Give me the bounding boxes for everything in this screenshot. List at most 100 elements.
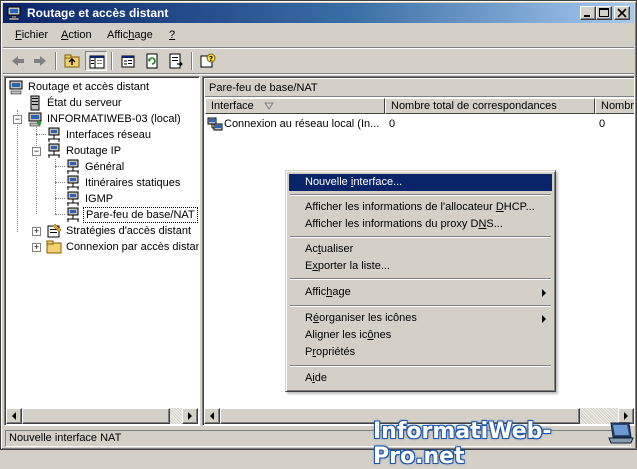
- tree-item-basic-firewall-nat[interactable]: Pare-feu de base/NAT: [5, 207, 199, 223]
- ctx-refresh[interactable]: Actualiser: [289, 241, 552, 258]
- title-bar[interactable]: Routage et accès distant: [3, 3, 634, 23]
- column-header-label: Nombre total de correspondances: [391, 100, 557, 112]
- sort-arrow-icon: [264, 102, 274, 110]
- menu-accel: ?: [169, 29, 176, 41]
- tree-label: Routage et accès distant: [28, 81, 150, 93]
- minimize-button[interactable]: [580, 6, 596, 20]
- scroll-left-arrow-icon: [210, 412, 214, 420]
- scroll-left-button[interactable]: [6, 408, 22, 424]
- cell-total-matches: 0: [389, 118, 396, 130]
- scroll-thumb[interactable]: [22, 408, 170, 424]
- close-button[interactable]: [614, 6, 630, 20]
- menu-action[interactable]: Action: [61, 29, 92, 41]
- refresh-icon: [146, 53, 158, 69]
- tree-label: Interfaces réseau: [66, 129, 151, 141]
- export-list-button[interactable]: [165, 51, 187, 71]
- tree-item-server-status[interactable]: État du serveur: [5, 95, 199, 111]
- ctx-label-pre: Afficher les informations de l'allocateu…: [305, 201, 496, 213]
- menu-affichage[interactable]: Affichage: [107, 29, 153, 41]
- properties-button[interactable]: [117, 51, 139, 71]
- collapse-toggle[interactable]: −: [32, 147, 41, 156]
- close-icon: [617, 8, 627, 18]
- tree-item-root[interactable]: Routage et accès distant: [5, 79, 199, 95]
- column-header-label: Interface: [211, 100, 254, 112]
- toolbar-separator: [111, 52, 113, 70]
- refresh-button[interactable]: [141, 51, 163, 71]
- column-header-count[interactable]: Nombre: [595, 98, 634, 114]
- tree-item-static-routes[interactable]: Itinéraires statiques: [5, 175, 199, 191]
- tree-item-ip-routing[interactable]: − Routage IP: [5, 143, 199, 159]
- ctx-label-pre: Afficher les informations du proxy D: [305, 218, 479, 230]
- ctx-line-up-icons[interactable]: Aligner les icônes: [289, 327, 552, 344]
- menu-accel: F: [15, 29, 22, 41]
- menu-label-post: ichier: [21, 29, 49, 41]
- ctx-label-post: ualiser: [320, 243, 354, 255]
- submenu-arrow-icon: [542, 289, 546, 297]
- tree-item-igmp[interactable]: IGMP: [5, 191, 199, 207]
- ctx-arrange-icons-submenu[interactable]: Réorganiser les icônes: [289, 310, 552, 327]
- tree-item-general[interactable]: Général: [5, 159, 199, 175]
- minimize-icon: [584, 15, 590, 17]
- ctx-separator: [290, 236, 551, 238]
- tree-item-server[interactable]: − INFORMATIWEB-03 (local): [5, 111, 199, 127]
- ctx-view-submenu[interactable]: Affichage: [289, 284, 552, 301]
- mmc-window: Routage et accès distant Fichier Action …: [0, 0, 637, 469]
- watermark-text: InformatiWeb-Pro.net: [373, 419, 552, 469]
- static-routes-icon: [67, 175, 79, 190]
- menu-label-post: ction: [68, 29, 92, 41]
- forward-arrow-icon: [34, 56, 46, 66]
- tree-label: INFORMATIWEB-03 (local): [47, 113, 181, 125]
- ctx-export-list[interactable]: Exporter la liste...: [289, 258, 552, 275]
- column-header-interface[interactable]: Interface: [205, 98, 385, 114]
- ctx-show-dhcp-info[interactable]: Afficher les informations de l'allocateu…: [289, 199, 552, 216]
- menu-help[interactable]: ?: [169, 29, 175, 41]
- back-button[interactable]: [7, 51, 29, 71]
- tree-item-network-interfaces[interactable]: Interfaces réseau: [5, 127, 199, 143]
- scroll-left-button[interactable]: [204, 408, 220, 424]
- help-button[interactable]: ?: [197, 51, 219, 71]
- tree-horizontal-scrollbar[interactable]: [6, 408, 198, 424]
- laptop-logo-icon: [608, 422, 634, 444]
- column-header-total-matches[interactable]: Nombre total de correspondances: [385, 98, 595, 114]
- ctx-help[interactable]: Aide: [289, 370, 552, 387]
- ctx-separator: [290, 365, 551, 367]
- scroll-right-button[interactable]: [182, 408, 198, 424]
- maximize-button[interactable]: [596, 6, 612, 20]
- scroll-left-arrow-icon: [12, 412, 16, 420]
- properties-icon: [121, 55, 135, 68]
- ctx-label-pre: Ac: [305, 243, 318, 255]
- context-menu: Nouvelle interface... Afficher les infor…: [285, 170, 556, 392]
- tree-item-remote-access-policies[interactable]: + Stratégies d'accès distant: [5, 223, 199, 239]
- expand-toggle[interactable]: +: [32, 227, 41, 236]
- ctx-show-dns-proxy-info[interactable]: Afficher les informations du proxy DNS..…: [289, 216, 552, 233]
- ctx-accel: D: [495, 201, 504, 213]
- tree-label: Itinéraires statiques: [85, 177, 181, 189]
- export-list-icon: [169, 53, 183, 69]
- tree-label: Connexion par accès distant: [66, 241, 200, 253]
- ctx-new-interface[interactable]: Nouvelle interface...: [289, 174, 552, 191]
- ctx-label-post: organiser les icônes: [319, 312, 417, 324]
- igmp-icon: [67, 191, 79, 206]
- result-pane-header: Pare-feu de base/NAT: [205, 79, 634, 97]
- submenu-arrow-icon: [542, 315, 546, 323]
- ctx-label-post: porter la liste...: [317, 260, 390, 272]
- expand-toggle[interactable]: +: [32, 243, 41, 252]
- toolbar-divider: [3, 73, 634, 75]
- cell-count: 0: [599, 118, 606, 130]
- folder-icon: [46, 240, 62, 254]
- collapse-toggle[interactable]: −: [13, 115, 22, 124]
- ctx-label-pre: Aligner les ic: [305, 329, 368, 341]
- ctx-label-pre: Nouvelle: [305, 176, 351, 188]
- show-hide-tree-button[interactable]: [85, 51, 107, 71]
- menu-bar: Fichier Action Affichage ?: [3, 25, 634, 47]
- forward-button[interactable]: [29, 51, 51, 71]
- menu-fichier[interactable]: Fichier: [15, 29, 48, 41]
- ctx-separator: [290, 305, 551, 307]
- tree-item-dial-up-connections[interactable]: + Connexion par accès distant: [5, 239, 199, 255]
- up-level-button[interactable]: [61, 51, 83, 71]
- ctx-properties[interactable]: Propriétés: [289, 344, 552, 361]
- remote-access-policies-icon: [47, 223, 62, 238]
- toolbar-separator: [55, 52, 57, 70]
- console-tree-pane[interactable]: Routage et accès distant État du serveur…: [4, 76, 200, 426]
- general-icon: [67, 159, 79, 174]
